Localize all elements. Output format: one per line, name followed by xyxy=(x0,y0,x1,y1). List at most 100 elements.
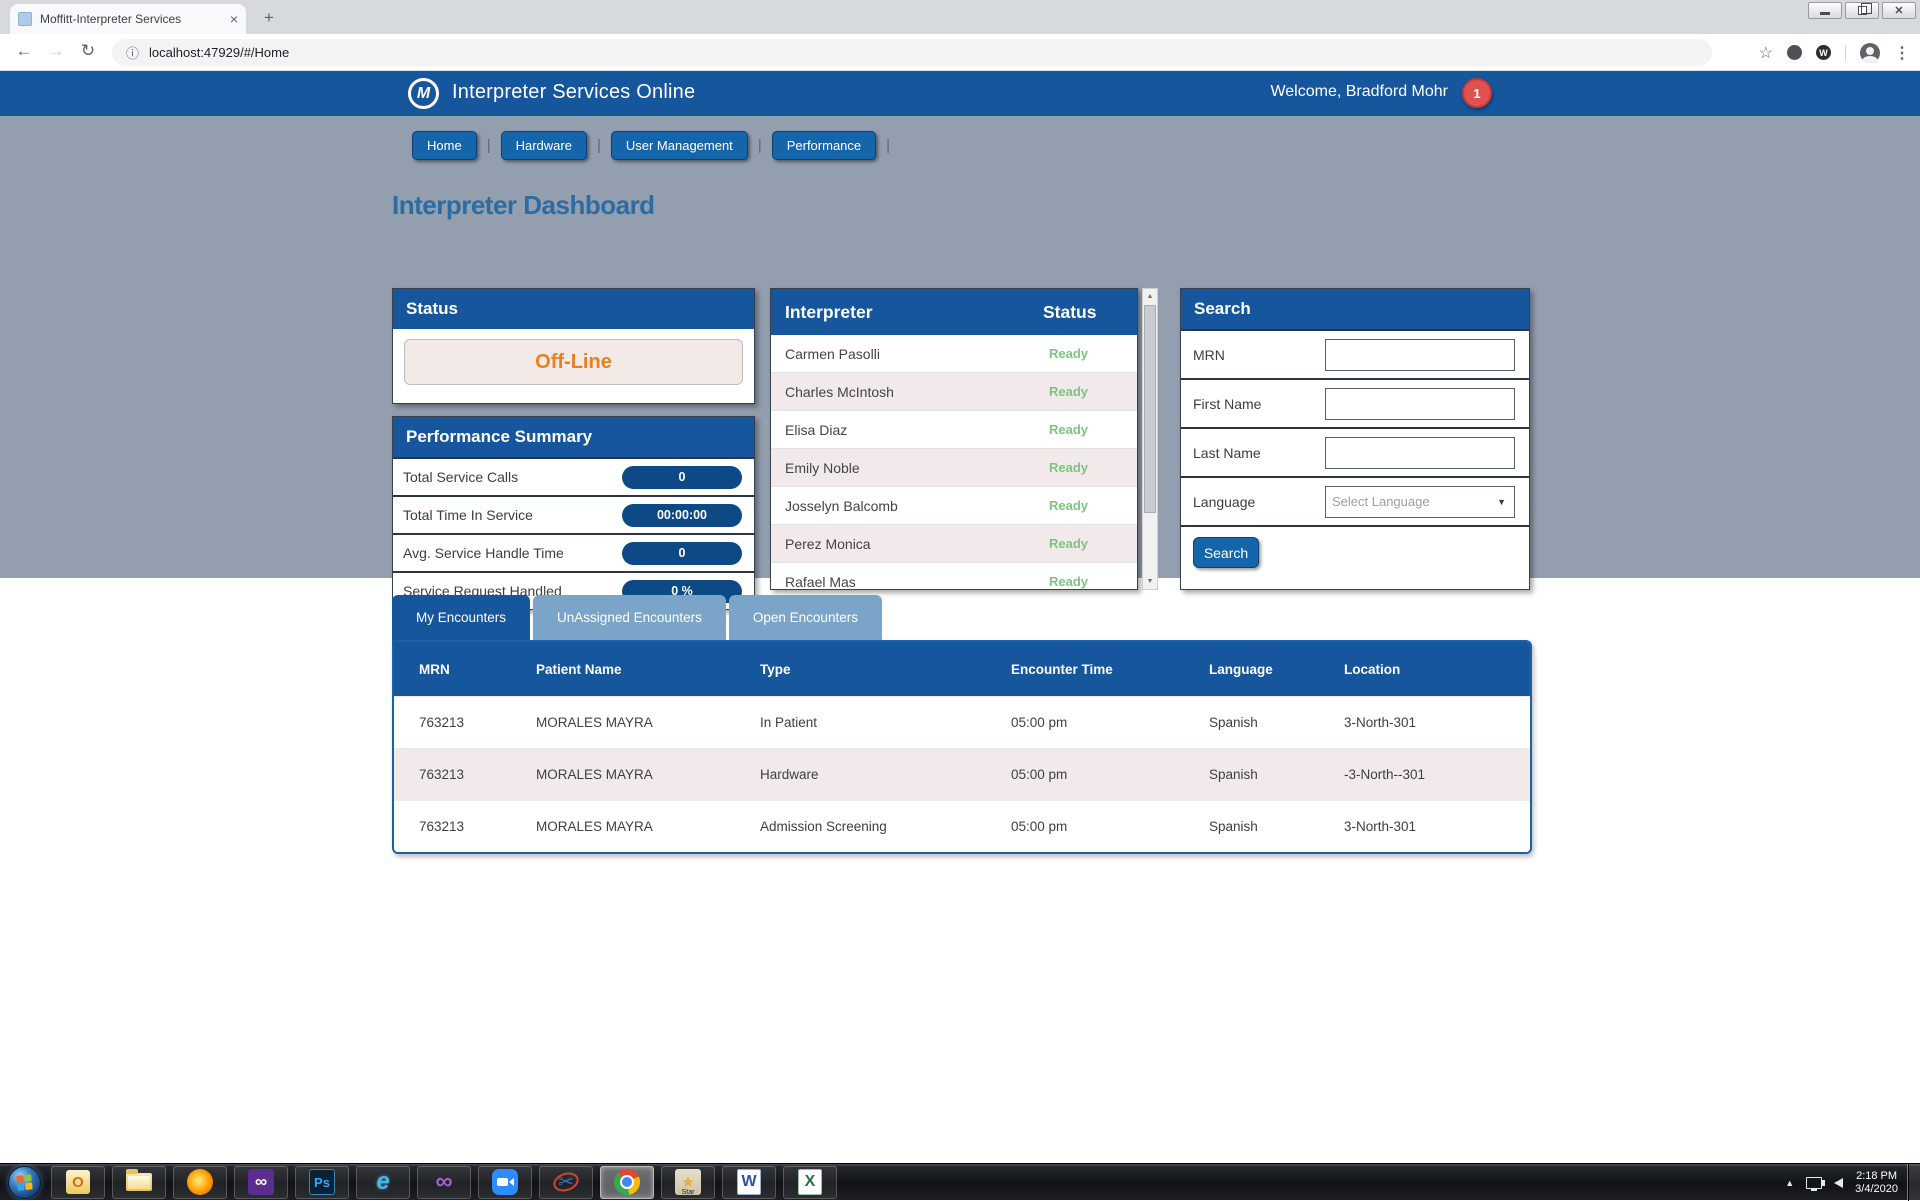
column-header-type: Type xyxy=(735,662,986,677)
interpreter-row[interactable]: Perez MonicaReady xyxy=(771,525,1137,563)
browser-tab[interactable]: Moffitt-Interpreter Services × xyxy=(10,4,246,34)
clock-time: 2:18 PM xyxy=(1855,1170,1898,1183)
search-row-last-name: Last Name xyxy=(1181,427,1529,476)
interpreter-row[interactable]: Elisa DiazReady xyxy=(771,411,1137,449)
scroll-down-icon[interactable]: ▼ xyxy=(1143,574,1157,589)
star-app-icon[interactable]: ★Star xyxy=(661,1166,715,1199)
nav-button-performance[interactable]: Performance xyxy=(772,131,876,160)
photoshop-glyph: Ps xyxy=(309,1169,335,1195)
profile-avatar-icon[interactable] xyxy=(1860,43,1880,63)
perf-label: Total Service Calls xyxy=(403,469,518,485)
table-row[interactable]: 763213MORALES MAYRAHardware05:00 pmSpani… xyxy=(394,748,1530,800)
show-desktop-button[interactable] xyxy=(1907,1164,1920,1201)
nav-button-hardware[interactable]: Hardware xyxy=(501,131,587,160)
word-icon[interactable]: W xyxy=(722,1166,776,1199)
perf-row-total-calls: Total Service Calls 0 xyxy=(393,457,754,495)
status-panel-title: Status xyxy=(393,289,754,329)
nav-separator: | xyxy=(487,137,491,154)
browser-menu-icon[interactable]: ⋮ xyxy=(1894,43,1910,63)
tab-my-encounters[interactable]: My Encounters xyxy=(392,595,530,640)
excel-icon[interactable]: X xyxy=(783,1166,837,1199)
nav-button-home[interactable]: Home xyxy=(412,131,477,160)
site-info-icon[interactable]: ⓘ xyxy=(126,43,139,62)
taskbar-clock[interactable]: 2:18 PM 3/4/2020 xyxy=(1855,1170,1898,1196)
tab-title: Moffitt-Interpreter Services xyxy=(40,12,222,26)
file-explorer-icon[interactable] xyxy=(112,1166,166,1199)
chrome-icon[interactable] xyxy=(600,1166,654,1199)
tab-close-icon[interactable]: × xyxy=(230,11,238,27)
system-tray: ▲ 2:18 PM 3/4/2020 xyxy=(1785,1164,1898,1201)
interpreter-row[interactable]: Emily NobleReady xyxy=(771,449,1137,487)
minimize-button[interactable] xyxy=(1808,2,1842,19)
address-bar[interactable]: ⓘ localhost:47929/#/Home xyxy=(112,39,1712,66)
interpreter-status: Ready xyxy=(1049,536,1088,551)
tray-expand-icon[interactable]: ▲ xyxy=(1785,1178,1794,1188)
volume-icon[interactable] xyxy=(1834,1178,1843,1188)
tab-open-encounters[interactable]: Open Encounters xyxy=(729,595,882,640)
nav-button-user-management[interactable]: User Management xyxy=(611,131,748,160)
scrollbar-thumb[interactable] xyxy=(1144,305,1156,513)
notification-badge[interactable]: 1 xyxy=(1462,78,1492,108)
first-name-input[interactable] xyxy=(1325,388,1515,420)
photoshop-icon[interactable]: Ps xyxy=(295,1166,349,1199)
network-icon[interactable] xyxy=(1806,1177,1822,1189)
new-tab-button[interactable]: + xyxy=(258,7,280,29)
table-row[interactable]: 763213MORALES MAYRAIn Patient05:00 pmSpa… xyxy=(394,696,1530,748)
zoom-app-icon[interactable] xyxy=(478,1166,532,1199)
back-icon[interactable]: ← xyxy=(12,41,36,61)
welcome-text: Welcome, Bradford Mohr xyxy=(1270,83,1448,101)
restore-button[interactable] xyxy=(1845,2,1879,19)
firefox-icon[interactable] xyxy=(173,1166,227,1199)
bookmark-star-icon[interactable]: ☆ xyxy=(1759,43,1773,63)
snipping-tool-icon[interactable]: ✂ xyxy=(539,1166,593,1199)
offline-status-button[interactable]: Off-Line xyxy=(404,339,743,385)
language-select[interactable]: Select Language ▼ xyxy=(1325,486,1515,518)
start-button[interactable] xyxy=(8,1166,41,1199)
scroll-up-icon[interactable]: ▲ xyxy=(1143,289,1157,304)
interpreter-row[interactable]: Charles McIntoshReady xyxy=(771,373,1137,411)
encounters-table-body: 763213MORALES MAYRAIn Patient05:00 pmSpa… xyxy=(394,696,1530,852)
perf-row-avg-handle-time: Avg. Service Handle Time 0 xyxy=(393,533,754,571)
browser-toolbar: ← → ↻ ⓘ localhost:47929/#/Home ☆ W ⋮ xyxy=(0,34,1920,71)
reload-icon[interactable]: ↻ xyxy=(76,41,100,61)
cell-type: Hardware xyxy=(735,767,986,782)
interpreter-row[interactable]: Rafael MasReady xyxy=(771,563,1137,590)
forward-icon[interactable]: → xyxy=(44,41,68,61)
interpreter-status: Ready xyxy=(1049,346,1088,361)
column-header-language: Language xyxy=(1184,662,1319,677)
cell-encounter-time: 05:00 pm xyxy=(986,767,1184,782)
cell-mrn: 763213 xyxy=(394,819,511,834)
status-body: Off-Line xyxy=(393,329,754,395)
interpreter-scrollbar[interactable]: ▲ ▼ xyxy=(1142,288,1158,590)
outlook-icon[interactable]: O xyxy=(51,1166,105,1199)
column-header-mrn: MRN xyxy=(394,662,511,677)
status-panel: Status Off-Line xyxy=(392,288,755,404)
last-name-label: Last Name xyxy=(1193,445,1261,461)
internet-explorer-icon[interactable]: e xyxy=(356,1166,410,1199)
nav-separator: | xyxy=(597,137,601,154)
toolbar-divider xyxy=(1845,45,1846,61)
taskbar-icons: O∞Pse∞✂★StarWX xyxy=(51,1166,844,1199)
nav-buttons: Home|Hardware|User Management|Performanc… xyxy=(412,131,890,160)
mrn-input[interactable] xyxy=(1325,339,1515,371)
interpreter-row[interactable]: Carmen PasolliReady xyxy=(771,335,1137,373)
visual-studio-2013-icon[interactable]: ∞ xyxy=(417,1166,471,1199)
cell-language: Spanish xyxy=(1184,819,1319,834)
close-button[interactable]: ✕ xyxy=(1882,2,1916,19)
extension-w-icon[interactable]: W xyxy=(1816,45,1831,60)
moffitt-logo-icon: M xyxy=(408,78,439,109)
interpreter-row[interactable]: Josselyn BalcombReady xyxy=(771,487,1137,525)
table-row[interactable]: 763213MORALES MAYRAAdmission Screening05… xyxy=(394,800,1530,852)
close-icon: ✕ xyxy=(1894,4,1903,17)
perf-label: Avg. Service Handle Time xyxy=(403,545,564,561)
zoom-app-shape xyxy=(492,1169,518,1195)
visual-studio-icon[interactable]: ∞ xyxy=(234,1166,288,1199)
cell-encounter-time: 05:00 pm xyxy=(986,715,1184,730)
search-row-language: Language Select Language ▼ xyxy=(1181,476,1529,525)
cell-patient-name: MORALES MAYRA xyxy=(511,819,735,834)
clock-date: 3/4/2020 xyxy=(1855,1183,1898,1196)
tab-unassigned-encounters[interactable]: UnAssigned Encounters xyxy=(533,595,726,640)
last-name-input[interactable] xyxy=(1325,437,1515,469)
search-button[interactable]: Search xyxy=(1193,537,1259,568)
extension-icon[interactable] xyxy=(1787,45,1802,60)
